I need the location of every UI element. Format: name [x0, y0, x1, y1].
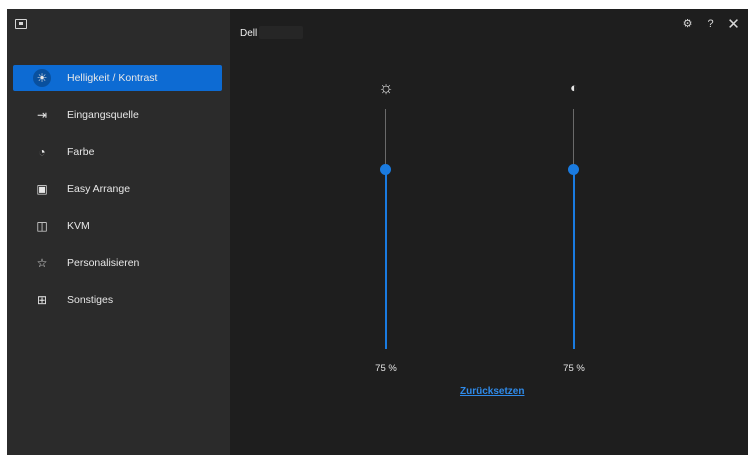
contrast-slider[interactable]: ◐ 75 % [559, 74, 589, 374]
sidebar-item-label: Easy Arrange [67, 183, 131, 195]
sidebar-item-input-source[interactable]: ⇥ Eingangsquelle [13, 102, 222, 128]
sidebar-item-color[interactable]: ◔ Farbe [13, 139, 222, 165]
sidebar-item-easy-arrange[interactable]: ▣ Easy Arrange [13, 176, 222, 202]
contrast-track-empty [573, 109, 574, 169]
sidebar-item-label: Farbe [67, 146, 95, 158]
reset-link[interactable]: Zurücksetzen [460, 386, 524, 397]
sidebar-item-personalize[interactable]: ☆ Personalisieren [13, 250, 222, 276]
monitor-icon [15, 19, 27, 29]
monitor-name: Dell [240, 28, 258, 39]
app-window: ☀ Helligkeit / Kontrast ⇥ Eingangsquelle… [7, 9, 748, 455]
sidebar-item-kvm[interactable]: ◫ KVM [13, 213, 222, 239]
brightness-slider[interactable]: ☼ 75 % [371, 74, 401, 374]
sidebar-item-label: Helligkeit / Kontrast [67, 72, 158, 84]
sidebar-item-label: Personalisieren [67, 257, 140, 269]
contrast-icon: ◐ [570, 80, 578, 95]
sidebar-item-others[interactable]: ⊞ Sonstiges [13, 287, 222, 313]
brightness-thumb[interactable] [380, 163, 391, 175]
main-panel: Dell ⚙ ? ✕ ☼ 75 % ◐ 75 % Zurücksetzen [230, 9, 748, 455]
kvm-icon: ◫ [36, 219, 48, 233]
others-icon: ⊞ [36, 293, 48, 307]
help-icon[interactable]: ? [704, 17, 717, 30]
star-icon: ☆ [36, 256, 48, 270]
brightness-value: 75 % [375, 363, 397, 374]
sidebar-item-brightness-contrast[interactable]: ☀ Helligkeit / Kontrast [13, 65, 222, 91]
brightness-track-empty [385, 109, 386, 169]
settings-icon[interactable]: ⚙ [681, 17, 694, 30]
contrast-thumb[interactable] [568, 163, 579, 175]
contrast-track-filled [573, 169, 575, 349]
sidebar-item-label: KVM [67, 220, 90, 232]
close-icon[interactable]: ✕ [727, 16, 740, 33]
sidebar-item-label: Eingangsquelle [67, 109, 139, 121]
sun-icon: ☼ [378, 78, 394, 97]
brightness-icon: ☀ [33, 69, 51, 87]
sidebar-item-label: Sonstiges [67, 294, 114, 306]
brightness-track-filled [385, 169, 387, 349]
palette-icon: ◔ [38, 145, 46, 159]
sidebar-nav: ☀ Helligkeit / Kontrast ⇥ Eingangsquelle… [13, 65, 222, 324]
window-controls: ⚙ ? ✕ [681, 16, 740, 33]
sidebar: ☀ Helligkeit / Kontrast ⇥ Eingangsquelle… [7, 9, 230, 455]
monitor-model-redacted [259, 26, 303, 39]
easy-arrange-icon: ▣ [36, 182, 48, 196]
contrast-value: 75 % [563, 363, 585, 374]
input-source-icon: ⇥ [36, 108, 48, 122]
